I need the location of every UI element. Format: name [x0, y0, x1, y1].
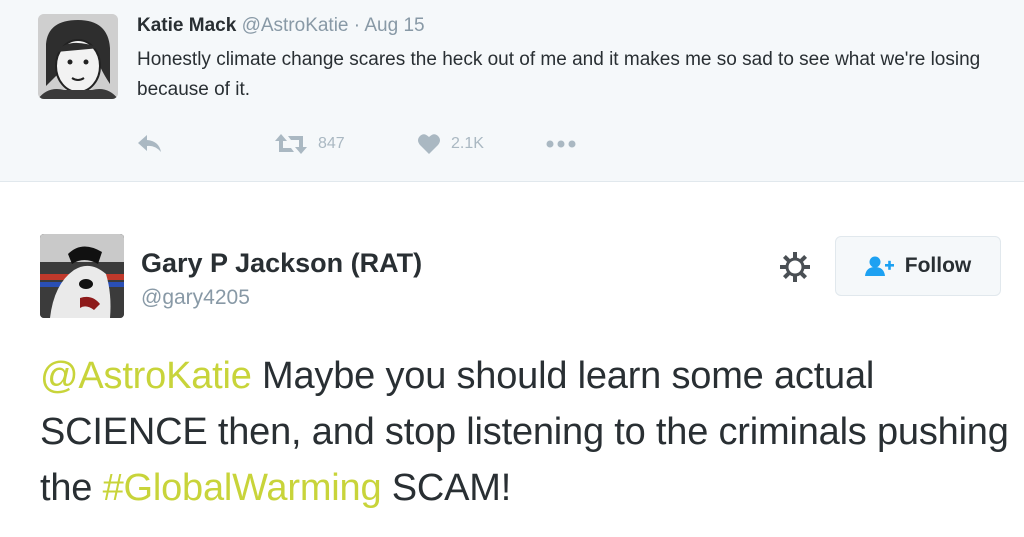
gear-icon [779, 251, 811, 288]
tweet-date[interactable]: Aug 15 [364, 15, 424, 36]
mention-link[interactable]: @AstroKatie [40, 355, 252, 397]
header-separator: · [353, 15, 361, 36]
hashtag-link[interactable]: #GlobalWarming [103, 467, 382, 509]
reply-button[interactable] [137, 126, 163, 162]
follow-label: Follow [904, 254, 972, 277]
tweet-actions: 847 2.1K [137, 126, 637, 162]
avatar[interactable] [38, 14, 118, 99]
author-name[interactable]: Gary P Jackson (RAT) [141, 248, 422, 279]
add-user-icon [864, 255, 895, 277]
reply-icon [137, 133, 163, 155]
retweet-icon [274, 132, 308, 156]
settings-button[interactable] [778, 251, 812, 288]
tweet-header: Katie Mack @AstroKatie · Aug 15 [137, 14, 425, 38]
retweet-button[interactable]: 847 [274, 126, 345, 162]
follow-button[interactable]: Follow [835, 236, 1001, 296]
tweet-text: Honestly climate change scares the heck … [137, 49, 981, 100]
more-button[interactable] [546, 126, 576, 162]
tweet-text: @AstroKatie Maybe you should learn some … [40, 348, 1010, 516]
retweet-count: 847 [318, 135, 345, 152]
author-name[interactable]: Katie Mack [137, 15, 236, 36]
avatar[interactable] [40, 234, 124, 318]
author-handle[interactable]: @gary4205 [141, 286, 250, 310]
more-dots-icon [546, 139, 576, 149]
original-tweet: Katie Mack @AstroKatie · Aug 15 Honestly… [0, 0, 1024, 182]
tweet-text-part: SCAM! [381, 467, 512, 509]
author-handle[interactable]: @AstroKatie [242, 15, 349, 36]
like-button[interactable]: 2.1K [417, 126, 484, 162]
heart-icon [417, 133, 441, 155]
like-count: 2.1K [451, 135, 484, 152]
